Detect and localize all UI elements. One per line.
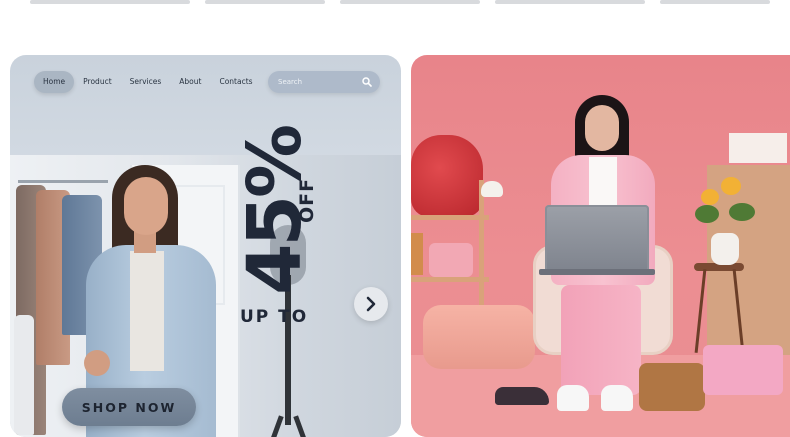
yellow-flower [721,177,741,195]
nav-item-contacts[interactable]: Contacts [210,71,261,93]
laptop-base [539,269,655,275]
nav-item-about[interactable]: About [170,71,210,93]
shop-now-button[interactable]: SHOP NOW [62,388,196,426]
stool-leg [694,269,707,353]
nav-bar: Home Product Services About Contacts [34,71,262,93]
chevron-right-icon [366,296,376,312]
search-bar [268,71,380,93]
laptop [545,205,649,273]
model-with-laptop-photo [411,55,790,437]
tan-bag [411,233,423,275]
pink-tote-bag [703,345,783,395]
pink-duffel-bag [423,305,535,369]
nav-item-home[interactable]: Home [34,71,75,93]
desk-lamp [481,181,503,197]
nav-item-services[interactable]: Services [121,71,171,93]
dark-shoes [495,387,549,405]
pink-handbag [429,243,473,277]
brown-handbag [639,363,705,411]
red-backpack [411,135,483,217]
yellow-flower [701,189,719,205]
discount-off-label: OFF [296,177,318,223]
gift-box [729,133,787,163]
plant-leaf [695,205,719,223]
cropped-header-strip [0,0,790,8]
discount-prefix: UP TO [240,307,309,327]
shelf [411,215,489,220]
fashion-sale-banner: Home Product Services About Contacts 45%… [10,55,401,437]
shelf [411,277,489,282]
search-input[interactable] [278,71,358,93]
hanging-shirt [14,315,34,435]
search-icon[interactable] [362,77,372,87]
nav-item-product[interactable]: Product [74,71,120,93]
white-vase [711,233,739,265]
plant-leaf [729,203,755,221]
next-slide-button[interactable] [354,287,388,321]
